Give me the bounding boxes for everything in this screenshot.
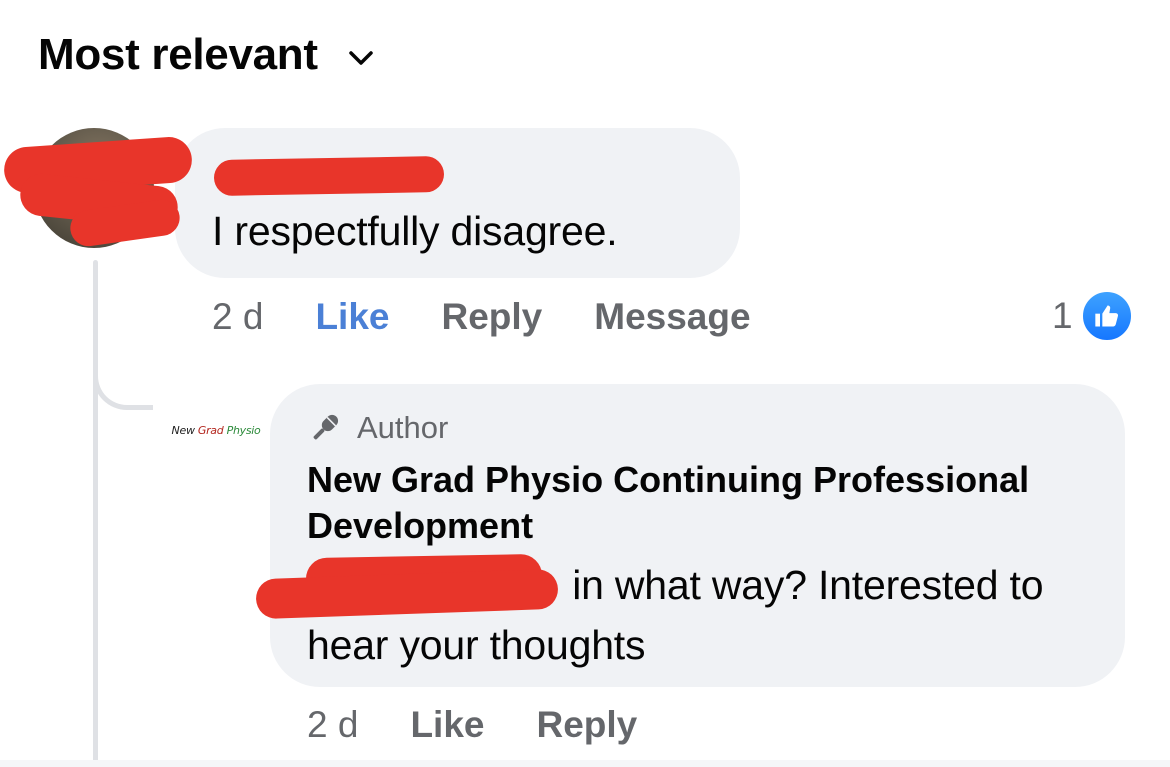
chevron-down-icon [349, 51, 373, 65]
sort-dropdown[interactable]: Most relevant [38, 30, 374, 80]
section-divider [0, 760, 1170, 767]
reply-actions: 2 d Like Reply [307, 704, 637, 746]
reply-button[interactable]: Reply [441, 296, 542, 338]
reaction-count: 1 [1052, 295, 1073, 336]
reply-reply-button[interactable]: Reply [536, 704, 637, 746]
comment-text: I respectfully disagree. [212, 208, 618, 254]
comment-actions: 2 d Like Reply Message [212, 296, 751, 338]
microphone-icon [313, 414, 339, 440]
comment-bubble [175, 128, 740, 278]
comment-timestamp[interactable]: 2 d [212, 296, 263, 338]
reaction-summary[interactable]: 1 [1052, 290, 1133, 342]
like-thumb-icon [1080, 290, 1133, 342]
thread-connector-curve [93, 340, 153, 410]
message-button[interactable]: Message [594, 296, 750, 338]
like-button[interactable]: Like [315, 296, 389, 338]
page-avatar-logo[interactable]: New Grad Physio [170, 405, 262, 455]
commenter-name-redacted [213, 155, 445, 197]
reply-author-name[interactable]: New Grad Physio Continuing Professional … [307, 457, 1107, 549]
reply-like-button[interactable]: Like [410, 704, 484, 746]
thread-connector-line [93, 260, 98, 767]
reply-timestamp[interactable]: 2 d [307, 704, 358, 746]
author-badge: Author [307, 410, 448, 446]
page-logo: New Grad Physio [171, 423, 261, 437]
sort-label: Most relevant [38, 30, 318, 79]
author-badge-label: Author [357, 410, 449, 445]
